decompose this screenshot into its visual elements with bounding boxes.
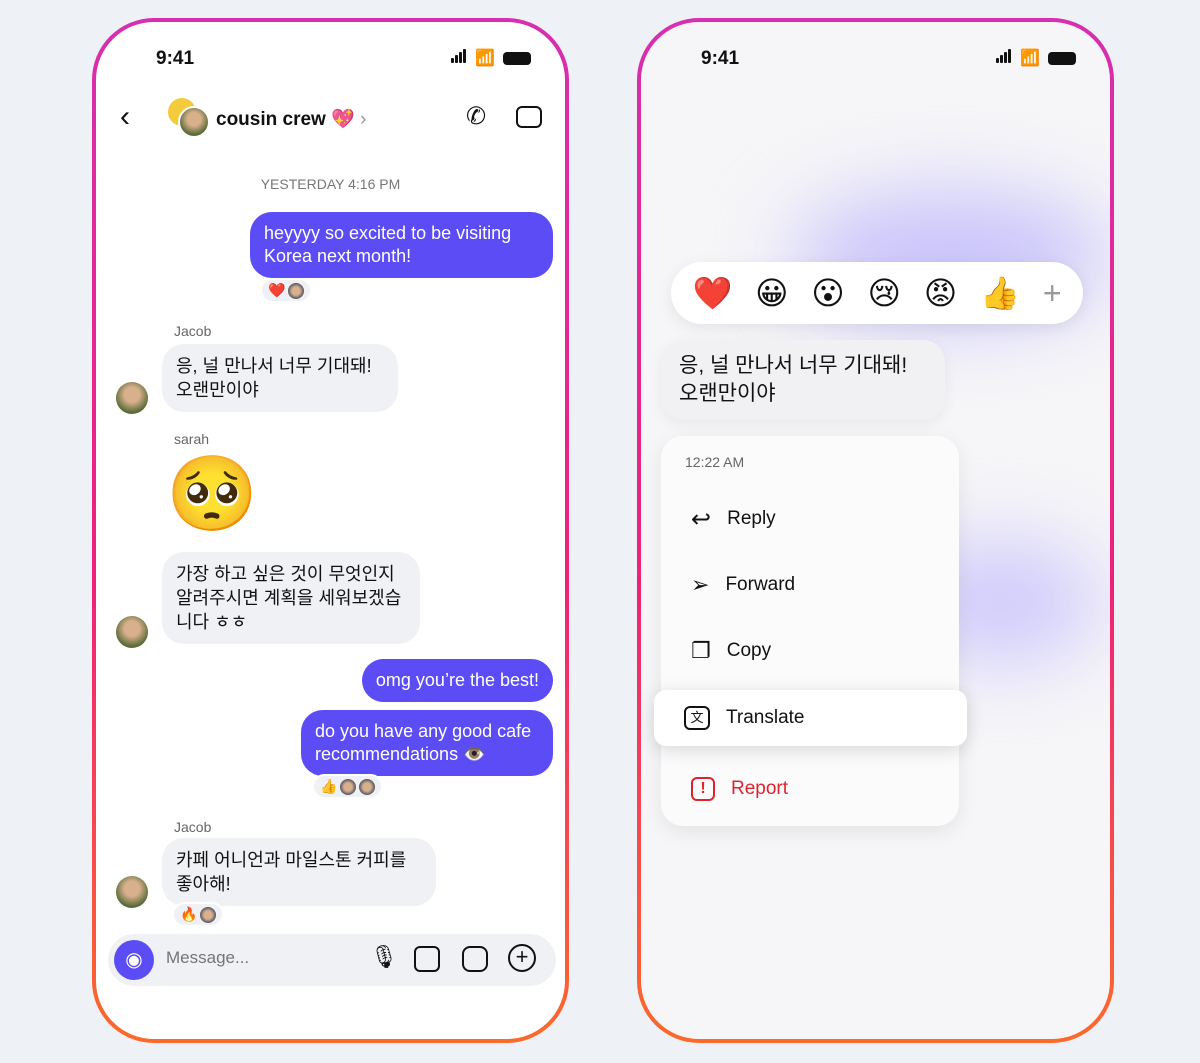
wifi-icon: 📶 — [475, 50, 495, 67]
translate-icon: 文 — [684, 706, 710, 730]
report-icon: ! — [691, 777, 715, 801]
copy-icon: ❐ — [691, 638, 711, 663]
video-call-icon[interactable] — [516, 106, 542, 128]
composer: ◉ 🎙 + — [108, 934, 556, 986]
status-time: 9:41 — [156, 48, 195, 69]
menu-translate[interactable]: 文 Translate — [654, 690, 967, 746]
sender-name: sarah — [174, 431, 210, 447]
status-icons: 📶 — [996, 48, 1076, 68]
sender-name: Jacob — [174, 323, 212, 339]
signal-icon — [451, 48, 467, 68]
reaction-cry[interactable]: 😢 — [868, 274, 901, 312]
message-out[interactable]: heyyyy so excited to be visiting Korea n… — [250, 212, 553, 278]
add-icon[interactable]: + — [508, 944, 536, 972]
phone-call-icon[interactable]: ✆ — [466, 102, 486, 131]
chat-phone: 9:41 📶 ‹ cousin crew 💖 › ✆ YESTERDAY 4:1… — [92, 18, 569, 1043]
camera-button[interactable]: ◉ — [114, 940, 154, 980]
message-out[interactable]: do you have any good cafe recommendation… — [301, 710, 553, 776]
microphone-icon[interactable]: 🎙 — [370, 944, 398, 970]
message-input[interactable] — [166, 948, 346, 968]
group-avatar — [178, 106, 210, 138]
menu-report[interactable]: ! Report — [661, 756, 788, 822]
reaction-grin[interactable]: 😀 — [755, 274, 788, 312]
reactions[interactable]: 👍 — [312, 774, 384, 799]
message-in[interactable]: 응, 널 만나서 너무 기대돼! 오랜만이야 — [162, 344, 398, 412]
status-time: 9:41 — [701, 48, 740, 69]
wifi-icon: 📶 — [1020, 50, 1040, 67]
reply-icon: ↩ — [691, 505, 712, 533]
timestamp: YESTERDAY 4:16 PM — [260, 176, 401, 192]
image-icon[interactable] — [414, 946, 440, 972]
reactions[interactable]: 🔥 — [172, 902, 225, 927]
avatar — [116, 616, 148, 648]
back-button[interactable]: ‹ — [120, 100, 130, 134]
message-time: 12:22 AM — [685, 454, 745, 470]
message-in[interactable]: 카페 어니언과 마일스톤 커피를 좋아해! — [162, 838, 436, 906]
message-out[interactable]: omg you’re the best! — [361, 659, 553, 702]
menu-forward[interactable]: ➢ Forward — [661, 552, 795, 618]
status-icons: 📶 — [451, 48, 531, 68]
reaction-thumbs-up[interactable]: 👍 — [980, 274, 1020, 312]
battery-icon — [1048, 51, 1076, 65]
context-menu: 12:22 AM ↩ Reply ➢ Forward ❐ Copy ! Report — [661, 436, 959, 826]
battery-icon — [503, 51, 531, 65]
avatar — [116, 876, 148, 908]
avatar — [116, 382, 148, 414]
sticker-icon[interactable] — [462, 946, 488, 972]
reactions[interactable]: ❤️ — [260, 278, 313, 303]
menu-copy[interactable]: ❐ Copy — [661, 618, 771, 684]
selected-message: 응, 널 만나서 너무 기대돼! 오랜만이야 — [661, 340, 945, 420]
reaction-bar: ❤️ 😀 😮 😢 😡 👍 + — [671, 262, 1083, 324]
chat-title[interactable]: cousin crew 💖 › — [216, 107, 366, 131]
menu-reply[interactable]: ↩ Reply — [661, 486, 776, 552]
more-reactions-button[interactable]: + — [1043, 275, 1062, 312]
context-menu-phone: 9:41 📶 ❤️ 😀 😮 😢 😡 👍 + 응, 널 만나서 너무 기대돼! 오… — [637, 18, 1114, 1043]
reaction-heart[interactable]: ❤️ — [692, 274, 732, 312]
heart-sticker[interactable]: 🥺 — [166, 452, 258, 536]
send-icon: ➢ — [691, 572, 710, 597]
reaction-wow[interactable]: 😮 — [811, 274, 844, 312]
message-in[interactable]: 가장 하고 싶은 것이 무엇인지 알려주시면 계획을 세워보겠습니다 ㅎㅎ — [162, 552, 420, 644]
reaction-angry[interactable]: 😡 — [924, 274, 957, 312]
sender-name: Jacob — [174, 819, 212, 835]
signal-icon — [996, 48, 1012, 68]
